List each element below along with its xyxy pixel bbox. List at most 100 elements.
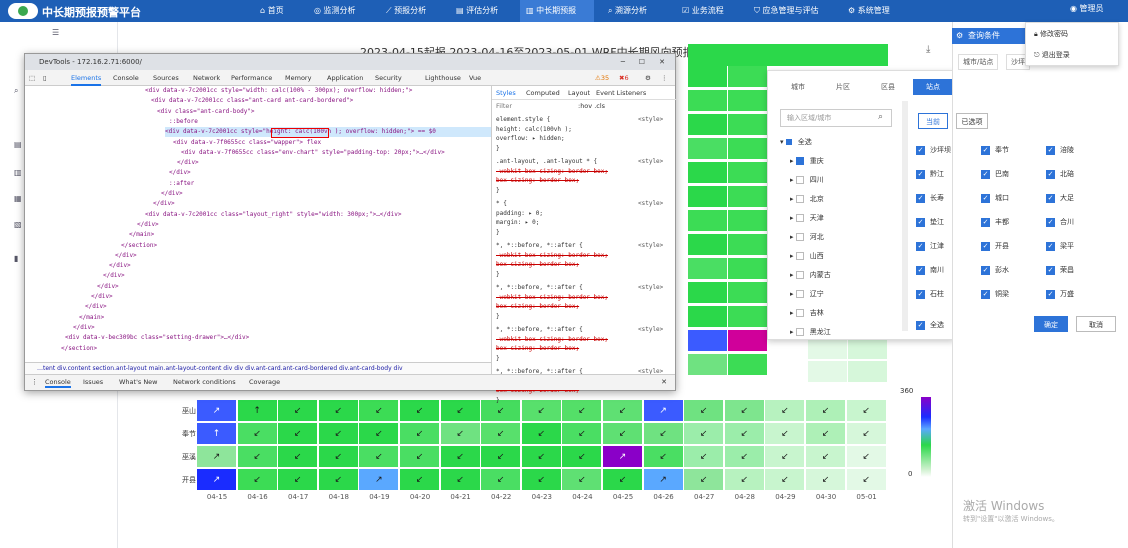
tree-checkbox[interactable]: [795, 157, 804, 165]
devtools-tab[interactable]: Vue: [469, 70, 481, 86]
tree-checkbox[interactable]: [795, 271, 804, 279]
dom-node-line[interactable]: </div>: [85, 302, 107, 312]
dom-node-line[interactable]: ::after: [169, 179, 194, 189]
dom-node-line[interactable]: </div>: [73, 323, 95, 333]
station-checkbox[interactable]: ✓ 大足: [1046, 193, 1074, 203]
style-source[interactable]: <style>: [638, 284, 663, 292]
user-menu[interactable]: ◉ 管理员: [1070, 3, 1104, 14]
cancel-button[interactable]: 取消: [1076, 316, 1116, 332]
nav-item-4[interactable]: ▥ 中长期预报: [520, 0, 594, 22]
nav-item-5[interactable]: ⌕ 溯源分析: [602, 0, 672, 22]
dom-node-line[interactable]: ::before: [169, 117, 198, 127]
devtools-tab[interactable]: Memory: [285, 70, 311, 86]
inspect-icon[interactable]: ⬚: [29, 70, 35, 86]
station-checkbox[interactable]: ✓ 梁平: [1046, 241, 1074, 251]
station-checkbox[interactable]: ✓ 荣昌: [1046, 265, 1074, 275]
tree-checkbox[interactable]: [795, 309, 804, 317]
sidebar-icon-1[interactable]: ▤: [14, 140, 22, 149]
dom-node-line[interactable]: </div>: [91, 292, 113, 302]
station-checkbox[interactable]: ✓ 石柱: [916, 289, 944, 299]
popup-tab[interactable]: 站点: [913, 79, 953, 95]
dom-node-line[interactable]: <div class="ant-card-body">: [157, 107, 255, 117]
more-options-icon[interactable]: ⋮: [661, 70, 668, 86]
search-icon[interactable]: ⌕: [14, 86, 18, 96]
station-checkbox[interactable]: ✓ 长寿: [916, 193, 944, 203]
tree-item[interactable]: ▸ 黑龙江: [790, 327, 831, 337]
nav-item-0[interactable]: ⌂ 首页: [254, 0, 304, 22]
dom-node-line[interactable]: </section>: [61, 344, 97, 354]
station-checkbox[interactable]: ✓ 开县: [981, 241, 1009, 251]
logout-item[interactable]: ⎋ 退出登录: [1034, 50, 1070, 60]
styles-subtab[interactable]: Styles: [496, 89, 516, 97]
warning-count[interactable]: ⚠35: [595, 70, 609, 86]
sidebar-icon-4[interactable]: ▧: [14, 220, 22, 229]
devtools-tab[interactable]: Console: [113, 70, 139, 86]
tree-item[interactable]: ▸ 重庆: [790, 156, 824, 166]
dom-node-line[interactable]: </div>: [137, 220, 159, 230]
nav-item-1[interactable]: ◎ 监测分析: [308, 0, 376, 22]
nav-item-3[interactable]: ▤ 评估分析: [450, 0, 516, 22]
popup-tab[interactable]: 片区: [823, 79, 863, 95]
dom-node-line[interactable]: </div>: [115, 251, 137, 261]
devtools-tab[interactable]: Sources: [153, 70, 179, 86]
dom-node-line[interactable]: </main>: [79, 313, 104, 323]
devtools-tab[interactable]: Network: [193, 70, 220, 86]
drawer-tab[interactable]: Console: [45, 378, 71, 388]
drawer-tab[interactable]: Issues: [83, 378, 103, 386]
tree-item[interactable]: ▸ 河北: [790, 232, 824, 242]
devtools-tab[interactable]: Security: [375, 70, 402, 86]
drawer-tab[interactable]: Network conditions: [173, 378, 236, 386]
download-icon[interactable]: ⤓: [926, 44, 930, 55]
station-checkbox[interactable]: ✓ 万盛: [1046, 289, 1074, 299]
style-source[interactable]: <style>: [638, 326, 663, 334]
menu-toggle-icon[interactable]: ☰: [52, 28, 59, 37]
close-icon[interactable]: ✕: [659, 54, 665, 70]
current-button[interactable]: 当前: [918, 113, 948, 129]
station-checkbox[interactable]: ✓ 铜梁: [981, 289, 1009, 299]
style-source[interactable]: <style>: [638, 116, 663, 124]
station-checkbox[interactable]: ✓ 涪陵: [1046, 145, 1074, 155]
popup-tab[interactable]: 城市: [778, 79, 818, 95]
tree-item[interactable]: ▸ 辽宁: [790, 289, 824, 299]
dom-node-line[interactable]: <div data-v-7c2001cc style="width: calc(…: [145, 86, 412, 96]
dom-node-line[interactable]: </div>: [161, 189, 183, 199]
station-checkbox[interactable]: ✓ 巴南: [981, 169, 1009, 179]
styles-subtab[interactable]: Event Listeners: [596, 89, 646, 97]
tree-item[interactable]: ▸ 山西: [790, 251, 824, 261]
dom-node-line[interactable]: </div>: [153, 199, 175, 209]
tree-checkbox[interactable]: [795, 176, 804, 184]
nav-item-7[interactable]: ⛉ 应急管理与评估: [748, 0, 838, 22]
tree-checkbox[interactable]: [795, 328, 804, 336]
dom-node-line[interactable]: <div data-v-7c2001cc class="layout_right…: [145, 210, 401, 220]
tree-checkbox[interactable]: [795, 233, 804, 241]
nav-item-6[interactable]: ☑ 业务流程: [676, 0, 744, 22]
tree-item[interactable]: ▸ 内蒙古: [790, 270, 831, 280]
station-checkbox[interactable]: ✓ 丰都: [981, 217, 1009, 227]
maximize-icon[interactable]: ☐: [639, 54, 645, 70]
style-source[interactable]: <style>: [638, 158, 663, 166]
station-checkbox[interactable]: ✓ 垫江: [916, 217, 944, 227]
nav-item-2[interactable]: ⟋ 预报分析: [380, 0, 446, 22]
tree-item[interactable]: ▸ 四川: [790, 175, 824, 185]
devtools-tab[interactable]: Lighthouse: [425, 70, 461, 86]
gear-icon[interactable]: ⚙: [645, 70, 651, 86]
styles-subtab[interactable]: Computed: [526, 89, 560, 97]
minimize-icon[interactable]: ─: [621, 54, 625, 70]
drawer-close-icon[interactable]: ✕: [661, 378, 667, 386]
devtools-tab[interactable]: Elements: [71, 70, 102, 86]
drawer-tab[interactable]: What's New: [119, 378, 158, 386]
tree-checkbox[interactable]: [795, 252, 804, 260]
station-checkbox[interactable]: ✓ 沙坪坝: [916, 145, 951, 155]
tree-item[interactable]: ▸ 天津: [790, 213, 824, 223]
dom-node-line[interactable]: <div data-v-7c2001cc class="ant-card ant…: [151, 96, 353, 106]
nav-item-8[interactable]: ⚙ 系统管理: [842, 0, 910, 22]
tree-item[interactable]: ▾ 全选: [780, 137, 812, 147]
tree-item[interactable]: ▸ 北京: [790, 194, 824, 204]
dom-node-line[interactable]: <div data-v-7f0655cc class="wapper"> fle…: [173, 138, 321, 148]
dom-breadcrumbs[interactable]: …tent div.content section.ant-layout mai…: [25, 362, 491, 374]
devtools-tab[interactable]: Performance: [231, 70, 272, 86]
styles-filter-input[interactable]: Filter: [496, 102, 512, 110]
tree-checkbox[interactable]: [795, 195, 804, 203]
station-checkbox[interactable]: ✓ 彭水: [981, 265, 1009, 275]
dom-node-line[interactable]: </div>: [103, 271, 125, 281]
